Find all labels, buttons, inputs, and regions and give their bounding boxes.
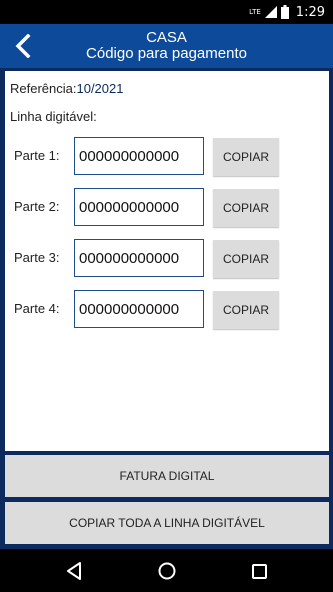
page-title: CASA (146, 29, 187, 46)
linha-digitavel-label: Linha digitável: (10, 109, 97, 124)
parte-1-input[interactable] (74, 137, 204, 175)
chevron-left-icon (15, 34, 31, 58)
parte-row-3: Parte 3: COPIAR (5, 239, 329, 278)
referencia-row: Referência:10/2021 (10, 81, 123, 96)
fatura-digital-button[interactable]: FATURA DIGITAL (5, 455, 329, 497)
parte-row-4: Parte 4: COPIAR (5, 290, 329, 329)
app-header: CASA Código para pagamento (0, 24, 333, 68)
parte-row-2: Parte 2: COPIAR (5, 188, 329, 227)
parte-3-input[interactable] (74, 239, 204, 277)
copiar-toda-linha-button[interactable]: COPIAR TODA A LINHA DIGITÁVEL (5, 502, 329, 544)
page-subtitle: Código para pagamento (86, 45, 247, 62)
copiar-parte-4-button[interactable]: COPIAR (213, 291, 279, 329)
square-recent-icon (251, 563, 267, 579)
header-title-block: CASA Código para pagamento (40, 30, 293, 62)
parte-4-input[interactable] (74, 290, 204, 328)
parte-label: Parte 3: (14, 250, 60, 265)
nav-recent-button[interactable] (247, 559, 271, 583)
nav-home-button[interactable] (155, 559, 179, 583)
network-type-label: LTE (249, 7, 261, 16)
copiar-parte-3-button[interactable]: COPIAR (213, 240, 279, 278)
signal-icon (264, 6, 277, 18)
battery-icon (280, 5, 289, 19)
parte-label: Parte 2: (14, 199, 60, 214)
copiar-parte-1-button[interactable]: COPIAR (213, 138, 279, 176)
triangle-back-icon (67, 562, 81, 580)
back-button[interactable] (8, 30, 38, 62)
payment-code-panel: Referência:10/2021 Linha digitável: Part… (5, 71, 329, 451)
referencia-label: Referência: (10, 81, 77, 96)
referencia-value: 10/2021 (76, 81, 124, 96)
circle-home-icon (158, 562, 176, 580)
parte-label: Parte 1: (14, 148, 60, 163)
copiar-parte-2-button[interactable]: COPIAR (213, 189, 279, 227)
parte-label: Parte 4: (14, 301, 60, 316)
status-bar: LTE 1:29 (0, 0, 333, 24)
nav-back-button[interactable] (62, 559, 86, 583)
parte-row-1: Parte 1: COPIAR (5, 137, 329, 176)
status-time: 1:29 (295, 4, 325, 20)
system-nav-bar (0, 549, 333, 592)
parte-2-input[interactable] (74, 188, 204, 226)
